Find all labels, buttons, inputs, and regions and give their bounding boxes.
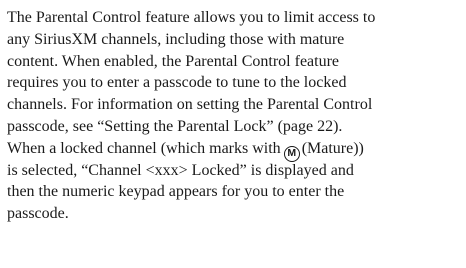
paragraph-line: is selected, “Channel <xxx> Locked” is d… bbox=[7, 161, 354, 179]
paragraph-line: content. When enabled, the Parental Cont… bbox=[7, 52, 340, 70]
paragraph-line: any SiriusXM channels, including those w… bbox=[7, 30, 345, 48]
paragraph-line-mature: When a locked channel (which marks with M… bbox=[7, 138, 466, 162]
paragraph-line: passcode, see “Setting the Parental Lock… bbox=[7, 117, 343, 135]
paragraph-line: The Parental Control feature allows you … bbox=[7, 9, 376, 26]
paragraph-line: requires you to enter a passcode to tune… bbox=[7, 74, 347, 92]
paragraph-line: channels. For information on setting the… bbox=[7, 96, 373, 114]
paragraph-line: then the numeric keypad appears for you … bbox=[7, 183, 345, 201]
paragraph-line: passcode. bbox=[7, 205, 69, 223]
line-text-before: When a locked channel (which marks with bbox=[7, 139, 281, 157]
document-page: The Parental Control feature allows you … bbox=[0, 0, 466, 268]
line-text-after: (Mature)) bbox=[301, 139, 364, 157]
parental-control-paragraph: The Parental Control feature allows you … bbox=[7, 7, 466, 225]
